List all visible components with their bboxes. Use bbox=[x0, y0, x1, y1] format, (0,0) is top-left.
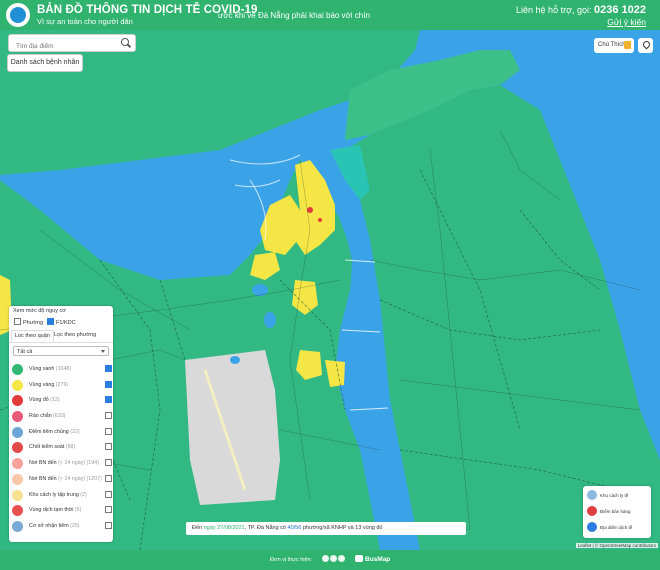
layer-icon bbox=[12, 411, 23, 423]
layer-label: Vùng đỏ (13) bbox=[29, 397, 60, 404]
status-ratio: 40/56 bbox=[287, 525, 302, 531]
layer-checkbox[interactable] bbox=[105, 506, 112, 514]
layer-checkbox[interactable] bbox=[105, 396, 112, 404]
layer-icon bbox=[12, 489, 23, 501]
layer-icon bbox=[12, 379, 23, 391]
layer-row[interactable]: Cơ sở nhận tiêm (25) bbox=[11, 519, 113, 535]
legend-button-label: Chú Thích bbox=[598, 42, 626, 48]
layer-label: Cơ sở nhận tiêm (25) bbox=[29, 522, 80, 529]
layer-label: Điểm tiêm chủng (22) bbox=[29, 428, 80, 435]
layer-row[interactable]: Rào chắn (633) bbox=[11, 409, 113, 425]
layer-icon bbox=[12, 520, 23, 532]
layer-icon bbox=[12, 458, 23, 470]
search-box[interactable] bbox=[8, 34, 136, 55]
status-mid: , TP. Đà Nẵng có bbox=[244, 525, 286, 531]
layer-row[interactable]: Nơi BN đến (> 14 ngày) (1207) bbox=[11, 472, 113, 488]
layer-checkbox[interactable] bbox=[105, 490, 112, 498]
layer-row[interactable]: Khu cách ly tập trung (2) bbox=[11, 488, 113, 504]
level-option-ward[interactable]: Phường bbox=[14, 318, 43, 326]
layer-checkbox[interactable] bbox=[105, 474, 112, 482]
status-suffix: phường/xã KNHP và 13 vùng đỏ bbox=[302, 525, 383, 531]
layer-icon bbox=[12, 473, 23, 485]
layer-row[interactable]: Nơi BN đến (< 14 ngày) (194) bbox=[11, 456, 113, 472]
social-icons[interactable] bbox=[322, 555, 346, 563]
layer-checkbox[interactable] bbox=[105, 412, 112, 420]
location-pin-icon bbox=[641, 39, 652, 50]
app-header: BẢN ĐỒ THÔNG TIN DỊCH TỄ COVID-19 Vì sự … bbox=[0, 0, 660, 30]
layer-row[interactable]: Vùng đỏ (13) bbox=[11, 393, 113, 409]
layer-row[interactable]: Vùng vàng (279) bbox=[11, 378, 113, 394]
tab-ward[interactable]: Lọc theo phường bbox=[51, 330, 99, 340]
quarantine-icon bbox=[587, 490, 597, 500]
layer-label: Khu cách ly tập trung (2) bbox=[29, 491, 87, 498]
legend-button[interactable]: Chú Thích bbox=[594, 38, 634, 53]
layer-icon bbox=[12, 426, 23, 438]
support-contact: Liên hệ hỗ trợ, gọi: 0236 1022 bbox=[516, 4, 646, 16]
layer-checkbox[interactable] bbox=[105, 521, 112, 529]
layer-checkbox[interactable] bbox=[105, 443, 112, 451]
layer-label: Nơi BN đến (< 14 ngày) (194) bbox=[29, 460, 99, 467]
support-label: Liên hệ hỗ trợ, gọi: bbox=[516, 5, 592, 15]
layer-row[interactable]: Vùng dịch tạm thời (6) bbox=[11, 503, 113, 519]
locate-button[interactable] bbox=[638, 38, 653, 53]
area-select[interactable]: Tất cả bbox=[13, 346, 109, 356]
shop-icon bbox=[587, 506, 597, 516]
layer-row[interactable]: Vùng xanh (1048) bbox=[11, 362, 113, 378]
layer-icon bbox=[12, 395, 23, 407]
legend-icon bbox=[624, 41, 631, 49]
app-footer: Đơn vị thực hiện: BusMap bbox=[0, 550, 660, 570]
city-logo bbox=[6, 3, 30, 27]
layer-icon bbox=[12, 505, 23, 517]
bus-icon bbox=[355, 555, 363, 562]
layer-icon bbox=[12, 364, 23, 375]
layer-row[interactable]: Điểm tiêm chủng (22) bbox=[11, 425, 113, 441]
search-input[interactable] bbox=[14, 38, 118, 55]
layer-list: Vùng xanh (1048) Vùng vàng (279) Vùng đỏ (… bbox=[11, 362, 113, 535]
layer-icon bbox=[12, 442, 23, 454]
layer-label: Vùng dịch tạm thời (6) bbox=[29, 507, 82, 514]
layer-checkbox[interactable] bbox=[105, 365, 112, 372]
status-bar: Đến ngày 27/08/2021, TP. Đà Nẵng có 40/5… bbox=[186, 522, 466, 535]
announcement-marquee: ước khi về Đà Nẵng phải khai báo với chí… bbox=[218, 11, 370, 20]
search-icon[interactable] bbox=[121, 38, 129, 46]
filter-panel: Xem mức độ nguy cơ Phường F1/KDC Lọc the… bbox=[9, 306, 113, 542]
layer-checkbox[interactable] bbox=[105, 427, 112, 435]
map-key-box: Khu cách ly tế Điểm bán hàng Địa điểm dị… bbox=[583, 486, 651, 538]
footer-text: Đơn vị thực hiện: bbox=[270, 557, 313, 563]
feedback-link[interactable]: Gửi ý kiến bbox=[607, 17, 646, 27]
status-date: ngày 27/08/2021 bbox=[203, 525, 245, 531]
busmap-logo[interactable]: BusMap bbox=[355, 555, 390, 563]
filter-tabs: Lọc theo quận Lọc theo phường bbox=[9, 328, 113, 343]
level-option-f1[interactable]: F1/KDC bbox=[47, 318, 76, 326]
support-phone[interactable]: 0236 1022 bbox=[594, 4, 646, 16]
layer-checkbox[interactable] bbox=[105, 380, 112, 388]
layer-checkbox[interactable] bbox=[105, 459, 112, 467]
layer-label: Vùng xanh (1048) bbox=[29, 366, 72, 372]
tab-district[interactable]: Lọc theo quận bbox=[11, 330, 54, 342]
layer-label: Rào chắn (633) bbox=[29, 413, 66, 420]
level-checkbox-f1 bbox=[47, 318, 54, 325]
status-prefix: Đến bbox=[192, 525, 203, 531]
layer-label: Nơi BN đến (> 14 ngày) (1207) bbox=[29, 475, 102, 482]
page-subtitle: Vì sự an toàn cho người dân bbox=[37, 17, 133, 26]
map-attribution[interactable]: Leaflet | © OpenStreetMap contributors bbox=[575, 543, 658, 548]
patients-list-button[interactable]: Danh sách bệnh nhân bbox=[7, 54, 83, 72]
level-checkbox-ward bbox=[14, 318, 21, 325]
layer-label: Vùng vàng (279) bbox=[29, 381, 69, 388]
layer-row[interactable]: Chốt kiểm soát (68) bbox=[11, 440, 113, 456]
risk-level-title: Xem mức độ nguy cơ bbox=[13, 308, 66, 314]
layer-label: Chốt kiểm soát (68) bbox=[29, 444, 76, 451]
epidemic-site-icon bbox=[587, 522, 597, 532]
